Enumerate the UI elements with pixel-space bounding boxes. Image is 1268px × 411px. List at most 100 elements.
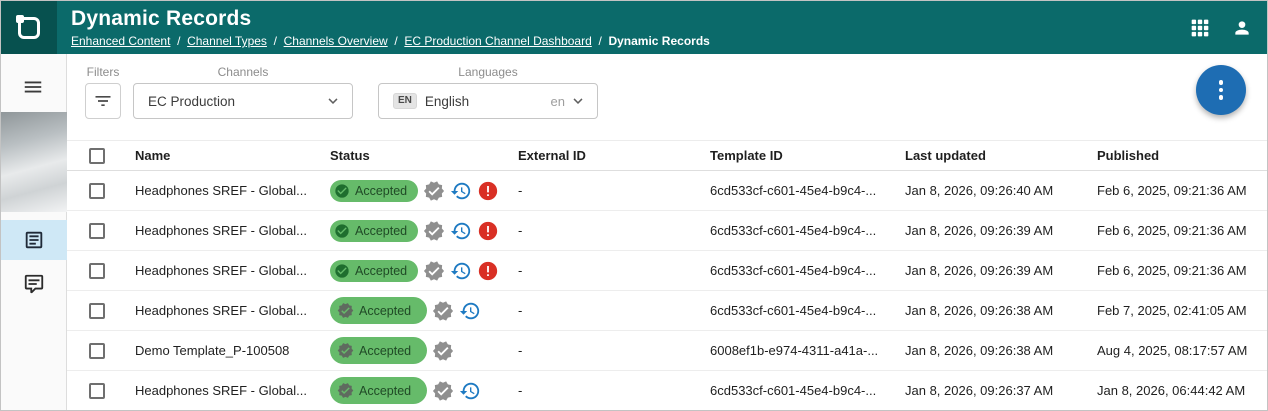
verified-icon[interactable] bbox=[423, 260, 445, 282]
verified-icon[interactable] bbox=[432, 340, 454, 362]
table-row[interactable]: Demo Template_P-100508 Accepted - 6008ef… bbox=[67, 331, 1267, 371]
table-row[interactable]: Headphones SREF - Global... Accepted - 6… bbox=[67, 371, 1267, 411]
status-badge: Accepted bbox=[330, 297, 427, 324]
history-icon[interactable] bbox=[459, 300, 481, 322]
status-badge: Accepted bbox=[330, 180, 418, 202]
breadcrumb: Enhanced Content / Channel Types / Chann… bbox=[71, 33, 710, 49]
published: Feb 6, 2025, 09:21:36 AM bbox=[1084, 251, 1267, 291]
breadcrumb-link[interactable]: EC Production Channel Dashboard bbox=[404, 34, 591, 48]
column-header-last-updated[interactable]: Last updated bbox=[892, 141, 1084, 171]
top-bar: Dynamic Records Enhanced Content / Chann… bbox=[1, 1, 1267, 54]
row-checkbox[interactable] bbox=[89, 223, 105, 239]
column-header-name[interactable]: Name bbox=[122, 141, 317, 171]
app-logo-icon bbox=[16, 15, 42, 41]
record-name: Headphones SREF - Global... bbox=[122, 211, 317, 251]
check-icon bbox=[337, 342, 354, 359]
history-icon[interactable] bbox=[450, 180, 472, 202]
record-name: Headphones SREF - Global... bbox=[122, 291, 317, 331]
verified-icon[interactable] bbox=[432, 380, 454, 402]
alert-icon[interactable] bbox=[477, 260, 499, 282]
breadcrumb-separator: / bbox=[388, 34, 405, 48]
last-updated: Jan 8, 2026, 09:26:38 AM bbox=[892, 331, 1084, 371]
channels-value: EC Production bbox=[148, 94, 235, 109]
row-checkbox[interactable] bbox=[89, 383, 105, 399]
more-actions-fab[interactable] bbox=[1196, 65, 1246, 115]
check-icon bbox=[334, 183, 350, 199]
last-updated: Jan 8, 2026, 09:26:40 AM bbox=[892, 171, 1084, 211]
status-label: Accepted bbox=[355, 263, 407, 279]
account-icon[interactable] bbox=[1231, 17, 1253, 39]
external-id: - bbox=[505, 371, 697, 411]
topbar-actions bbox=[1189, 1, 1267, 54]
breadcrumb-link[interactable]: Dynamic Records bbox=[608, 34, 709, 48]
menu-icon[interactable] bbox=[22, 76, 46, 100]
languages-group: Languages EN English en bbox=[378, 66, 598, 119]
table-row[interactable]: Headphones SREF - Global... Accepted - 6… bbox=[67, 291, 1267, 331]
languages-select[interactable]: EN English en bbox=[378, 83, 598, 119]
history-icon[interactable] bbox=[450, 220, 472, 242]
column-header-template-id[interactable]: Template ID bbox=[697, 141, 892, 171]
row-checkbox[interactable] bbox=[89, 183, 105, 199]
breadcrumb-link[interactable]: Enhanced Content bbox=[71, 34, 170, 48]
apps-grid-icon[interactable] bbox=[1189, 17, 1211, 39]
breadcrumb-link[interactable]: Channels Overview bbox=[284, 34, 388, 48]
history-icon[interactable] bbox=[459, 380, 481, 402]
history-icon[interactable] bbox=[450, 260, 472, 282]
last-updated: Jan 8, 2026, 09:26:37 AM bbox=[892, 371, 1084, 411]
row-checkbox[interactable] bbox=[89, 303, 105, 319]
template-id: 6cd533cf-c601-45e4-b9c4-... bbox=[697, 291, 892, 331]
status-badge: Accepted bbox=[330, 260, 418, 282]
status-cell: Accepted bbox=[330, 180, 492, 202]
status-cell: Accepted bbox=[330, 297, 492, 324]
published: Aug 4, 2025, 08:17:57 AM bbox=[1084, 331, 1267, 371]
table-body: Headphones SREF - Global... Accepted - 6… bbox=[67, 171, 1267, 411]
select-all-cell bbox=[67, 141, 122, 171]
status-cell: Accepted bbox=[330, 337, 492, 364]
channels-select[interactable]: EC Production bbox=[133, 83, 353, 119]
table-row[interactable]: Headphones SREF - Global... Accepted - 6… bbox=[67, 251, 1267, 291]
verified-icon[interactable] bbox=[423, 180, 445, 202]
published: Feb 7, 2025, 02:41:05 AM bbox=[1084, 291, 1267, 331]
language-code: en bbox=[551, 94, 565, 109]
table-row[interactable]: Headphones SREF - Global... Accepted - 6… bbox=[67, 171, 1267, 211]
breadcrumb-link[interactable]: Channel Types bbox=[187, 34, 267, 48]
filter-bar: Filters Channels EC Production Lan bbox=[67, 54, 1267, 140]
record-name: Demo Template_P-100508 bbox=[122, 331, 317, 371]
alert-icon[interactable] bbox=[477, 220, 499, 242]
external-id: - bbox=[505, 211, 697, 251]
alert-icon[interactable] bbox=[477, 180, 499, 202]
record-name: Headphones SREF - Global... bbox=[122, 251, 317, 291]
verified-icon[interactable] bbox=[432, 300, 454, 322]
column-header-external-id[interactable]: External ID bbox=[505, 141, 697, 171]
sidebar-item-records[interactable] bbox=[1, 220, 67, 260]
status-cell: Accepted bbox=[330, 220, 492, 242]
languages-label: Languages bbox=[458, 66, 517, 78]
status-cell: Accepted bbox=[330, 377, 492, 404]
breadcrumb-separator: / bbox=[267, 34, 284, 48]
channels-group: Channels EC Production bbox=[133, 66, 353, 119]
last-updated: Jan 8, 2026, 09:26:39 AM bbox=[892, 211, 1084, 251]
external-id: - bbox=[505, 331, 697, 371]
breadcrumb-separator: / bbox=[170, 34, 187, 48]
template-id: 6cd533cf-c601-45e4-b9c4-... bbox=[697, 171, 892, 211]
column-header-published[interactable]: Published bbox=[1084, 141, 1267, 171]
row-checkbox[interactable] bbox=[89, 343, 105, 359]
status-label: Accepted bbox=[359, 303, 411, 319]
template-id: 6cd533cf-c601-45e4-b9c4-... bbox=[697, 251, 892, 291]
sidebar-item-comments[interactable] bbox=[1, 264, 67, 304]
verified-icon[interactable] bbox=[423, 220, 445, 242]
status-label: Accepted bbox=[359, 343, 411, 359]
filters-group: Filters bbox=[85, 66, 121, 119]
chevron-down-icon bbox=[569, 92, 587, 110]
language-value: English bbox=[425, 94, 469, 109]
column-header-status[interactable]: Status bbox=[317, 141, 505, 171]
select-all-checkbox[interactable] bbox=[89, 148, 105, 164]
filter-button[interactable] bbox=[85, 83, 121, 119]
breadcrumb-separator: / bbox=[592, 34, 609, 48]
last-updated: Jan 8, 2026, 09:26:38 AM bbox=[892, 291, 1084, 331]
table-row[interactable]: Headphones SREF - Global... Accepted - 6… bbox=[67, 211, 1267, 251]
row-checkbox[interactable] bbox=[89, 263, 105, 279]
template-id: 6cd533cf-c601-45e4-b9c4-... bbox=[697, 371, 892, 411]
app-logo[interactable] bbox=[1, 1, 57, 54]
check-icon bbox=[334, 223, 350, 239]
